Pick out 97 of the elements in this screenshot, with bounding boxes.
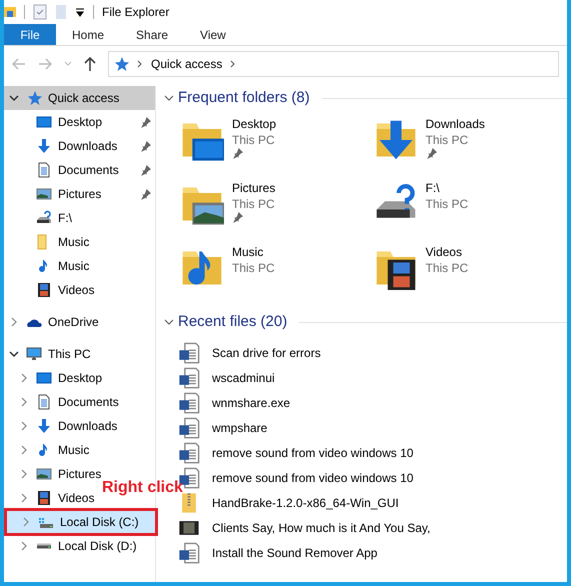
chevron-right-icon[interactable] (19, 469, 29, 479)
nav-item[interactable]: Music (4, 438, 94, 462)
folder-name[interactable]: Desktop (232, 116, 276, 132)
pin-icon (140, 140, 151, 152)
forward-arrow-icon[interactable] (38, 58, 52, 70)
folder-location: This PC (426, 260, 468, 276)
chevron-right-icon[interactable] (19, 541, 29, 551)
folder-name[interactable]: F:\ (426, 180, 468, 196)
file-name[interactable]: Scan drive for errors (212, 344, 321, 362)
folder-location: This PC (232, 260, 275, 276)
nav-item[interactable]: This PC (4, 342, 155, 366)
film-icon (36, 282, 52, 298)
word-document-icon (178, 542, 200, 564)
file-name[interactable]: remove sound from video windows 10 (212, 468, 414, 486)
document-icon (36, 162, 52, 178)
document-icon (36, 394, 52, 410)
folder-name[interactable]: Pictures (232, 180, 276, 196)
nav-item[interactable]: Downloads (4, 414, 122, 438)
nav-item[interactable]: Desktop (4, 366, 106, 390)
nav-item[interactable]: Downloads (4, 134, 155, 158)
nav-item[interactable]: Local Disk (D:) (4, 534, 141, 558)
nav-item[interactable]: Music (4, 230, 155, 254)
annotation-label: Right click (102, 478, 183, 498)
properties-icon[interactable] (33, 4, 47, 20)
chevron-right-icon[interactable] (19, 397, 29, 407)
folder-name[interactable]: Downloads (426, 116, 485, 132)
word-document-icon (178, 342, 200, 364)
chevron-right-icon[interactable] (19, 445, 29, 455)
nav-item[interactable]: Music (4, 254, 155, 278)
nav-item[interactable]: OneDrive (4, 310, 155, 334)
ribbon-tab[interactable]: Share (120, 24, 184, 45)
folder-location: This PC (426, 196, 468, 212)
pin-icon (232, 148, 243, 159)
folder-location: This PC (232, 132, 276, 148)
drive-icon (36, 543, 52, 549)
word-document-icon (178, 442, 200, 464)
folder-name[interactable]: Videos (426, 244, 468, 260)
desktop-icon (36, 370, 52, 386)
chevron-right-icon[interactable] (19, 373, 29, 383)
nav-item[interactable]: Local Disk (C:) (6, 510, 156, 534)
folder-location: This PC (426, 132, 470, 148)
pin-icon (140, 164, 151, 176)
nav-item[interactable]: Videos (4, 486, 98, 510)
chevron-right-icon[interactable] (9, 317, 19, 327)
chevron-right-icon[interactable] (230, 60, 236, 68)
pin-icon (140, 116, 151, 128)
up-arrow-icon[interactable] (84, 57, 96, 71)
pin-icon (140, 188, 151, 200)
word-document-icon (178, 392, 200, 414)
download-arrow-icon (36, 418, 52, 434)
chevron-right-icon[interactable] (137, 60, 143, 68)
picture-icon (36, 466, 52, 482)
file-name[interactable]: wmpshare (212, 418, 268, 436)
nav-item[interactable]: Videos (4, 278, 155, 302)
nav-item[interactable]: Documents (4, 158, 155, 182)
nav-item[interactable]: Documents (4, 390, 123, 414)
ribbon-tab[interactable]: Home (56, 24, 120, 45)
section-heading[interactable]: Frequent folders (8) (178, 86, 310, 110)
star-icon (113, 56, 129, 72)
star-icon (26, 90, 42, 106)
section-heading[interactable]: Recent files (20) (178, 310, 288, 334)
chevron-right-icon[interactable] (19, 493, 29, 503)
desktop-icon (36, 114, 52, 130)
file-name[interactable]: wscadminui (212, 368, 275, 386)
picture-icon (36, 186, 52, 202)
chevron-right-icon[interactable] (19, 421, 29, 431)
file-name[interactable]: HandBrake-1.2.0-x86_64-Win_GUI (212, 494, 399, 512)
folder-icon (4, 5, 16, 19)
download-arrow-icon (36, 138, 52, 154)
chevron-down-icon[interactable] (164, 317, 174, 327)
nav-item[interactable]: Pictures (4, 182, 155, 206)
ribbon-tab[interactable]: File (4, 24, 56, 45)
chevron-down-icon[interactable] (9, 349, 19, 359)
dropdown-icon[interactable] (75, 7, 85, 17)
pin-icon (232, 212, 243, 223)
file-name[interactable]: remove sound from video windows 10 (212, 444, 414, 462)
chevron-down-icon[interactable] (9, 93, 19, 103)
nav-item[interactable]: Desktop (4, 110, 155, 134)
computer-icon (26, 346, 42, 362)
word-document-icon (178, 416, 200, 438)
breadcrumb[interactable]: Quick access (151, 55, 222, 73)
folder-location: This PC (232, 196, 276, 212)
file-name[interactable]: Install the Sound Remover App (212, 544, 378, 562)
word-document-icon (178, 366, 200, 388)
nav-item[interactable]: Quick access (4, 86, 155, 110)
folder-name[interactable]: Music (232, 244, 275, 260)
drive-question-icon (36, 210, 52, 226)
nav-item[interactable]: F:\ (4, 206, 155, 230)
file-name[interactable]: wnmshare.exe (212, 394, 290, 412)
chevron-down-icon[interactable] (164, 93, 174, 103)
back-arrow-icon[interactable] (12, 58, 26, 70)
window-title: File Explorer (102, 4, 170, 21)
pin-icon (426, 148, 436, 159)
film-icon (36, 490, 52, 506)
ribbon-tab[interactable]: View (184, 24, 242, 45)
address-bar[interactable]: Quick access (108, 51, 559, 77)
file-name[interactable]: Clients Say, How much is it And You Say, (212, 518, 430, 536)
